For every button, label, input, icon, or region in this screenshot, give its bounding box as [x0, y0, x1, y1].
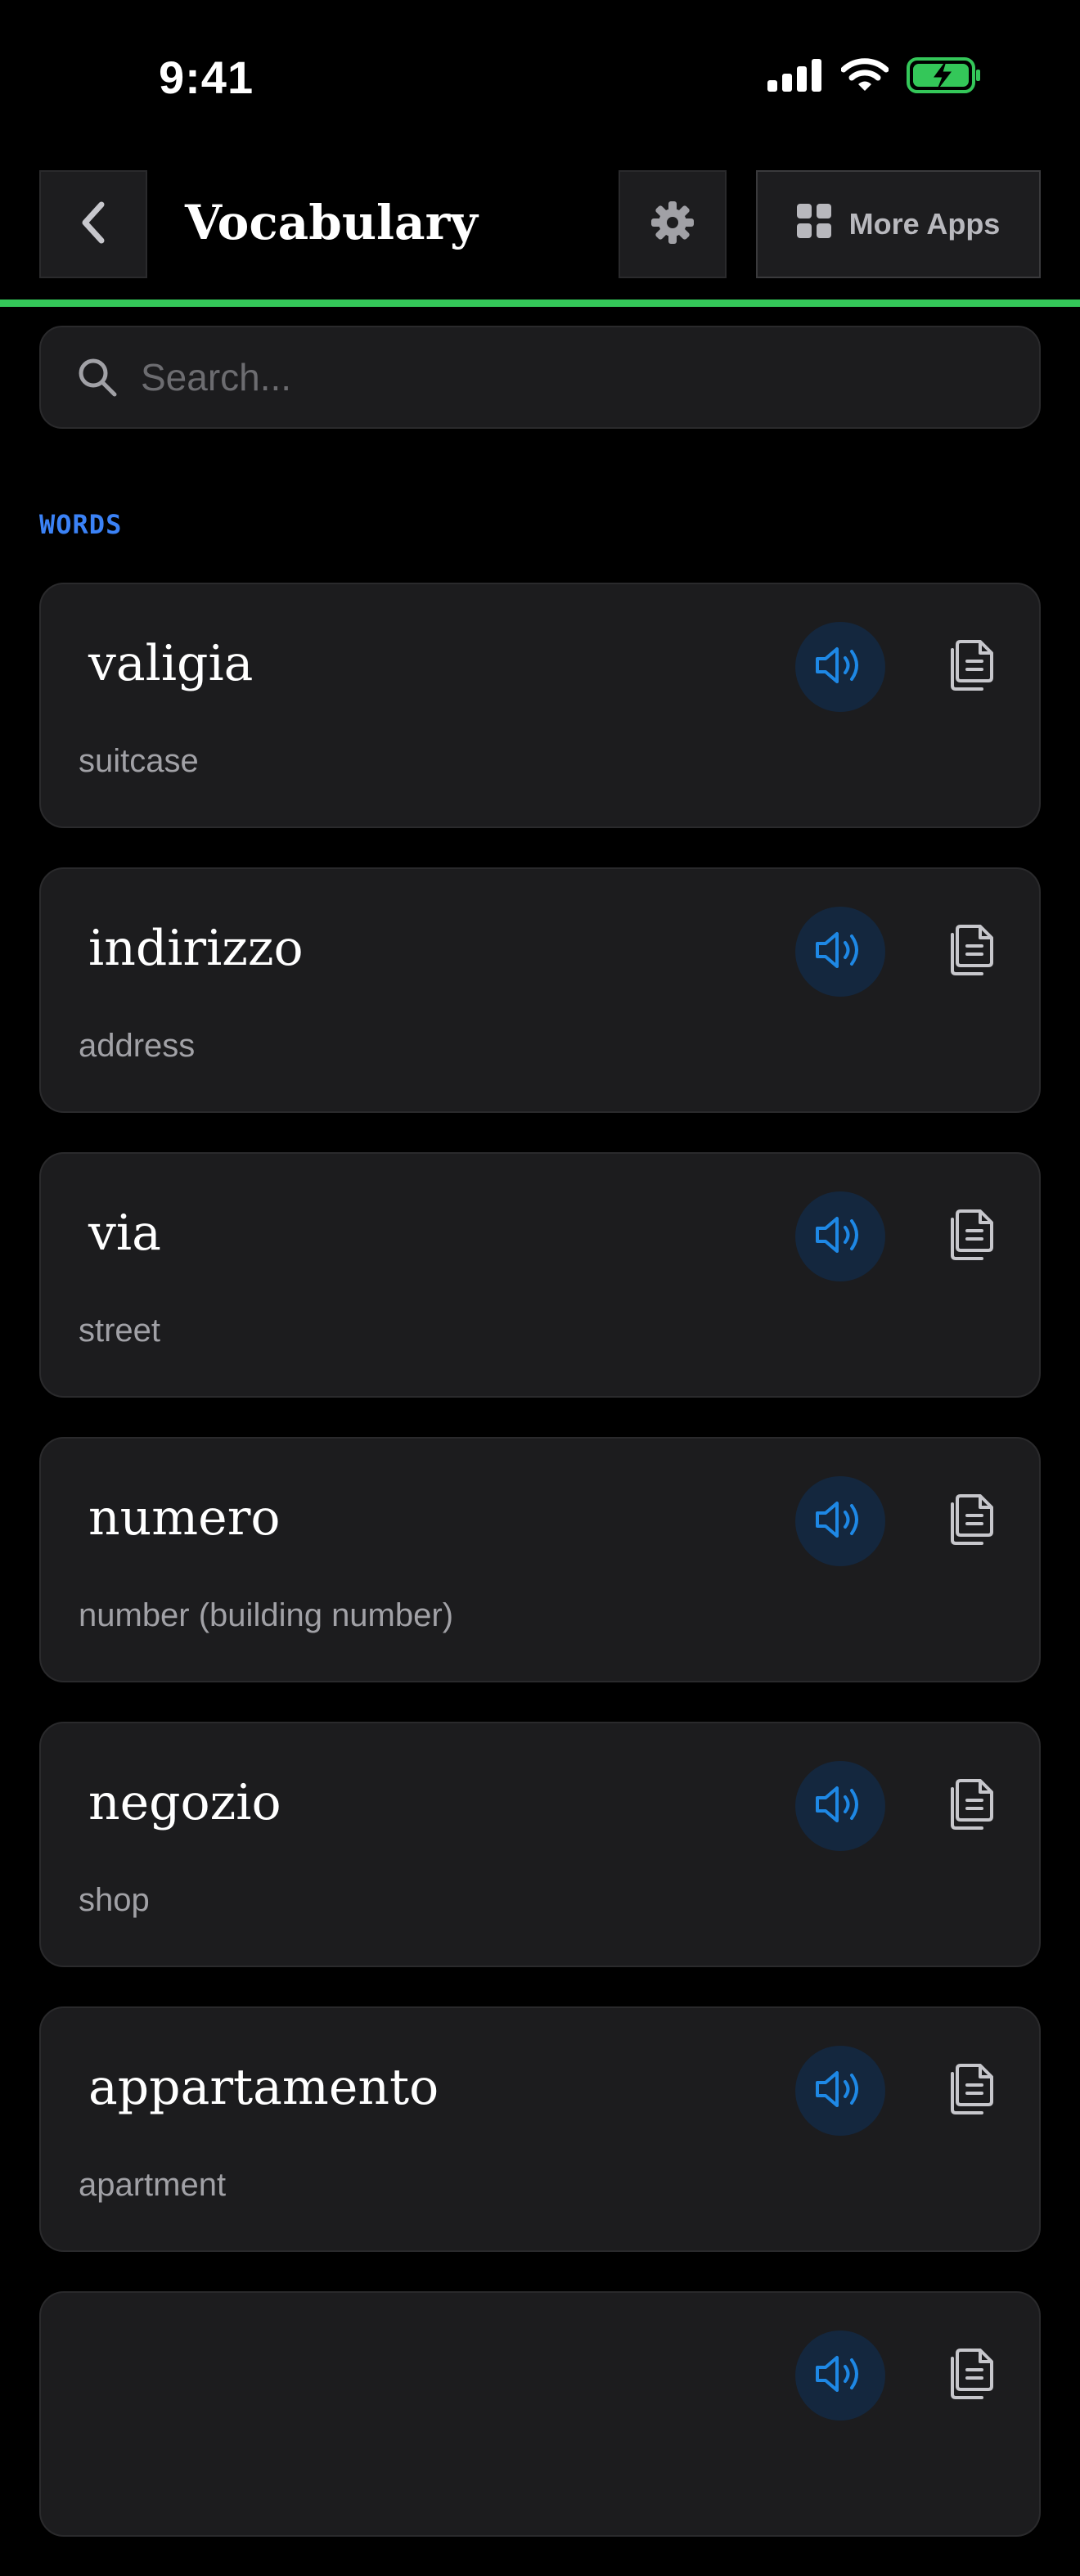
status-time: 9:41 [159, 52, 254, 103]
speaker-icon [814, 1782, 866, 1831]
speaker-icon [814, 1213, 866, 1261]
copy-icon [947, 2347, 995, 2405]
back-button[interactable] [39, 170, 147, 278]
word-list: valigia suitcase indirizzo address via s… [39, 583, 1041, 2576]
chevron-left-icon [77, 200, 110, 250]
signal-icon [767, 59, 823, 96]
more-apps-button[interactable]: More Apps [756, 170, 1041, 278]
copy-button[interactable] [926, 1191, 1016, 1281]
copy-icon [947, 2062, 995, 2120]
word-card[interactable]: numero number (building number) [39, 1437, 1041, 1682]
speak-button[interactable] [795, 907, 885, 997]
status-bar: 9:41 [0, 0, 1080, 155]
copy-icon [947, 1493, 995, 1551]
navigation-header: Vocabulary More Apps [0, 170, 1080, 281]
status-icons [767, 57, 982, 97]
word-text: valigia [88, 635, 254, 692]
word-card[interactable]: via street [39, 1152, 1041, 1398]
word-text: negozio [88, 1774, 281, 1831]
speak-button[interactable] [795, 2046, 885, 2136]
word-text: appartamento [88, 2059, 439, 2116]
speak-button[interactable] [795, 1191, 885, 1281]
copy-icon [947, 1208, 995, 1266]
page-title: Vocabulary [185, 195, 478, 250]
word-text: indirizzo [88, 920, 304, 977]
copy-button[interactable] [926, 2046, 1016, 2136]
wifi-icon [840, 58, 889, 97]
copy-button[interactable] [926, 1761, 1016, 1851]
search-bar[interactable] [39, 326, 1041, 429]
copy-button[interactable] [926, 622, 1016, 712]
battery-charging-icon [907, 57, 982, 97]
copy-icon [947, 1777, 995, 1835]
word-card[interactable]: appartamento apartment [39, 2006, 1041, 2252]
translation-text: shop [79, 1882, 150, 1918]
search-icon [77, 357, 118, 398]
translation-text: apartment [79, 2167, 227, 2203]
copy-button[interactable] [926, 2331, 1016, 2421]
gear-icon [650, 200, 695, 250]
speaker-icon [814, 643, 866, 691]
word-text: via [88, 1205, 161, 1262]
more-apps-label: More Apps [848, 207, 1001, 241]
translation-text: suitcase [79, 743, 199, 779]
speaker-icon [814, 1497, 866, 1546]
copy-button[interactable] [926, 1476, 1016, 1566]
speaker-icon [814, 2352, 866, 2400]
speak-button[interactable] [795, 1761, 885, 1851]
speak-button[interactable] [795, 1476, 885, 1566]
grid-icon [796, 203, 831, 245]
speaker-icon [814, 2067, 866, 2115]
word-card[interactable] [39, 2291, 1041, 2537]
speak-button[interactable] [795, 2331, 885, 2421]
word-card[interactable]: negozio shop [39, 1722, 1041, 1967]
word-card[interactable]: indirizzo address [39, 867, 1041, 1113]
translation-text: address [79, 1028, 196, 1064]
speak-button[interactable] [795, 622, 885, 712]
accent-divider [0, 299, 1080, 307]
word-text: numero [88, 1489, 281, 1547]
copy-button[interactable] [926, 907, 1016, 997]
translation-text: number (building number) [79, 1597, 454, 1633]
settings-button[interactable] [619, 170, 727, 278]
translation-text: street [79, 1313, 161, 1349]
copy-icon [947, 923, 995, 981]
search-input[interactable] [139, 354, 961, 400]
speaker-icon [814, 928, 866, 976]
copy-icon [947, 638, 995, 696]
section-label-words: WORDS [39, 509, 123, 540]
word-card[interactable]: valigia suitcase [39, 583, 1041, 828]
